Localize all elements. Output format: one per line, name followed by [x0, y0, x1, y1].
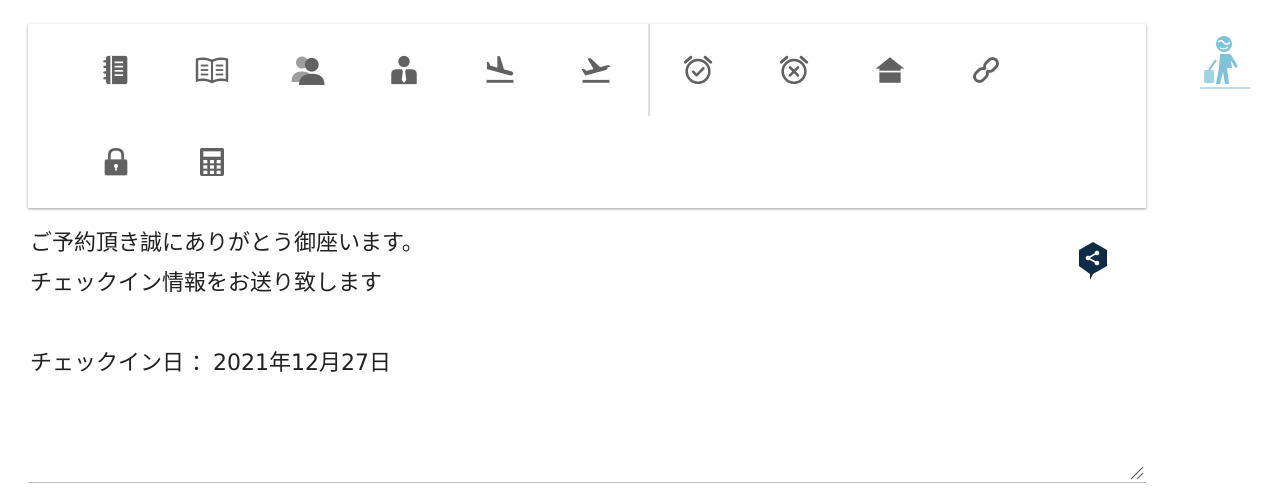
toolbar-divider	[648, 24, 650, 116]
message-line-2: チェックイン情報をお送り致します	[30, 271, 383, 296]
businessman-icon[interactable]	[380, 46, 428, 94]
home-icon[interactable]	[866, 46, 914, 94]
alarm-cancel-icon[interactable]	[770, 46, 818, 94]
link-icon[interactable]	[962, 46, 1010, 94]
toolbar	[28, 24, 1146, 208]
flight-arrival-icon[interactable]	[476, 46, 524, 94]
deepl-icon[interactable]	[1076, 240, 1110, 280]
people-icon[interactable]	[284, 46, 332, 94]
traveler-icon[interactable]	[1196, 34, 1252, 94]
message-textarea[interactable]: ご予約頂き誠にありがとう御座います。 チェックイン情報をお送り致します チェック…	[28, 218, 1146, 483]
flight-departure-icon[interactable]	[572, 46, 620, 94]
address-book-icon[interactable]	[92, 46, 140, 94]
calculator-icon[interactable]	[188, 138, 236, 186]
alarm-check-icon[interactable]	[674, 46, 722, 94]
open-book-icon[interactable]	[188, 46, 236, 94]
resize-handle-icon[interactable]	[1128, 464, 1144, 480]
message-line-4: チェックイン日 ：2021年12月27日	[30, 351, 391, 376]
lock-icon[interactable]	[92, 138, 140, 186]
message-line-1: ご予約頂き誠にありがとう御座います。	[30, 231, 424, 256]
